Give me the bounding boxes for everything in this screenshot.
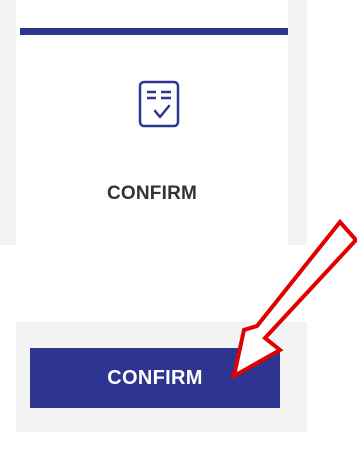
checklist-document-icon bbox=[138, 80, 180, 128]
card-label: CONFIRM bbox=[106, 183, 198, 204]
screen: CONFIRM CONFIRM bbox=[0, 0, 357, 455]
button-area: CONFIRM bbox=[0, 300, 357, 455]
confirm-button[interactable]: CONFIRM bbox=[30, 348, 280, 408]
left-gutter bbox=[0, 0, 16, 245]
right-gutter bbox=[288, 0, 307, 245]
card-accent-bar bbox=[20, 28, 288, 35]
confirm-card-frame: CONFIRM bbox=[0, 0, 357, 245]
